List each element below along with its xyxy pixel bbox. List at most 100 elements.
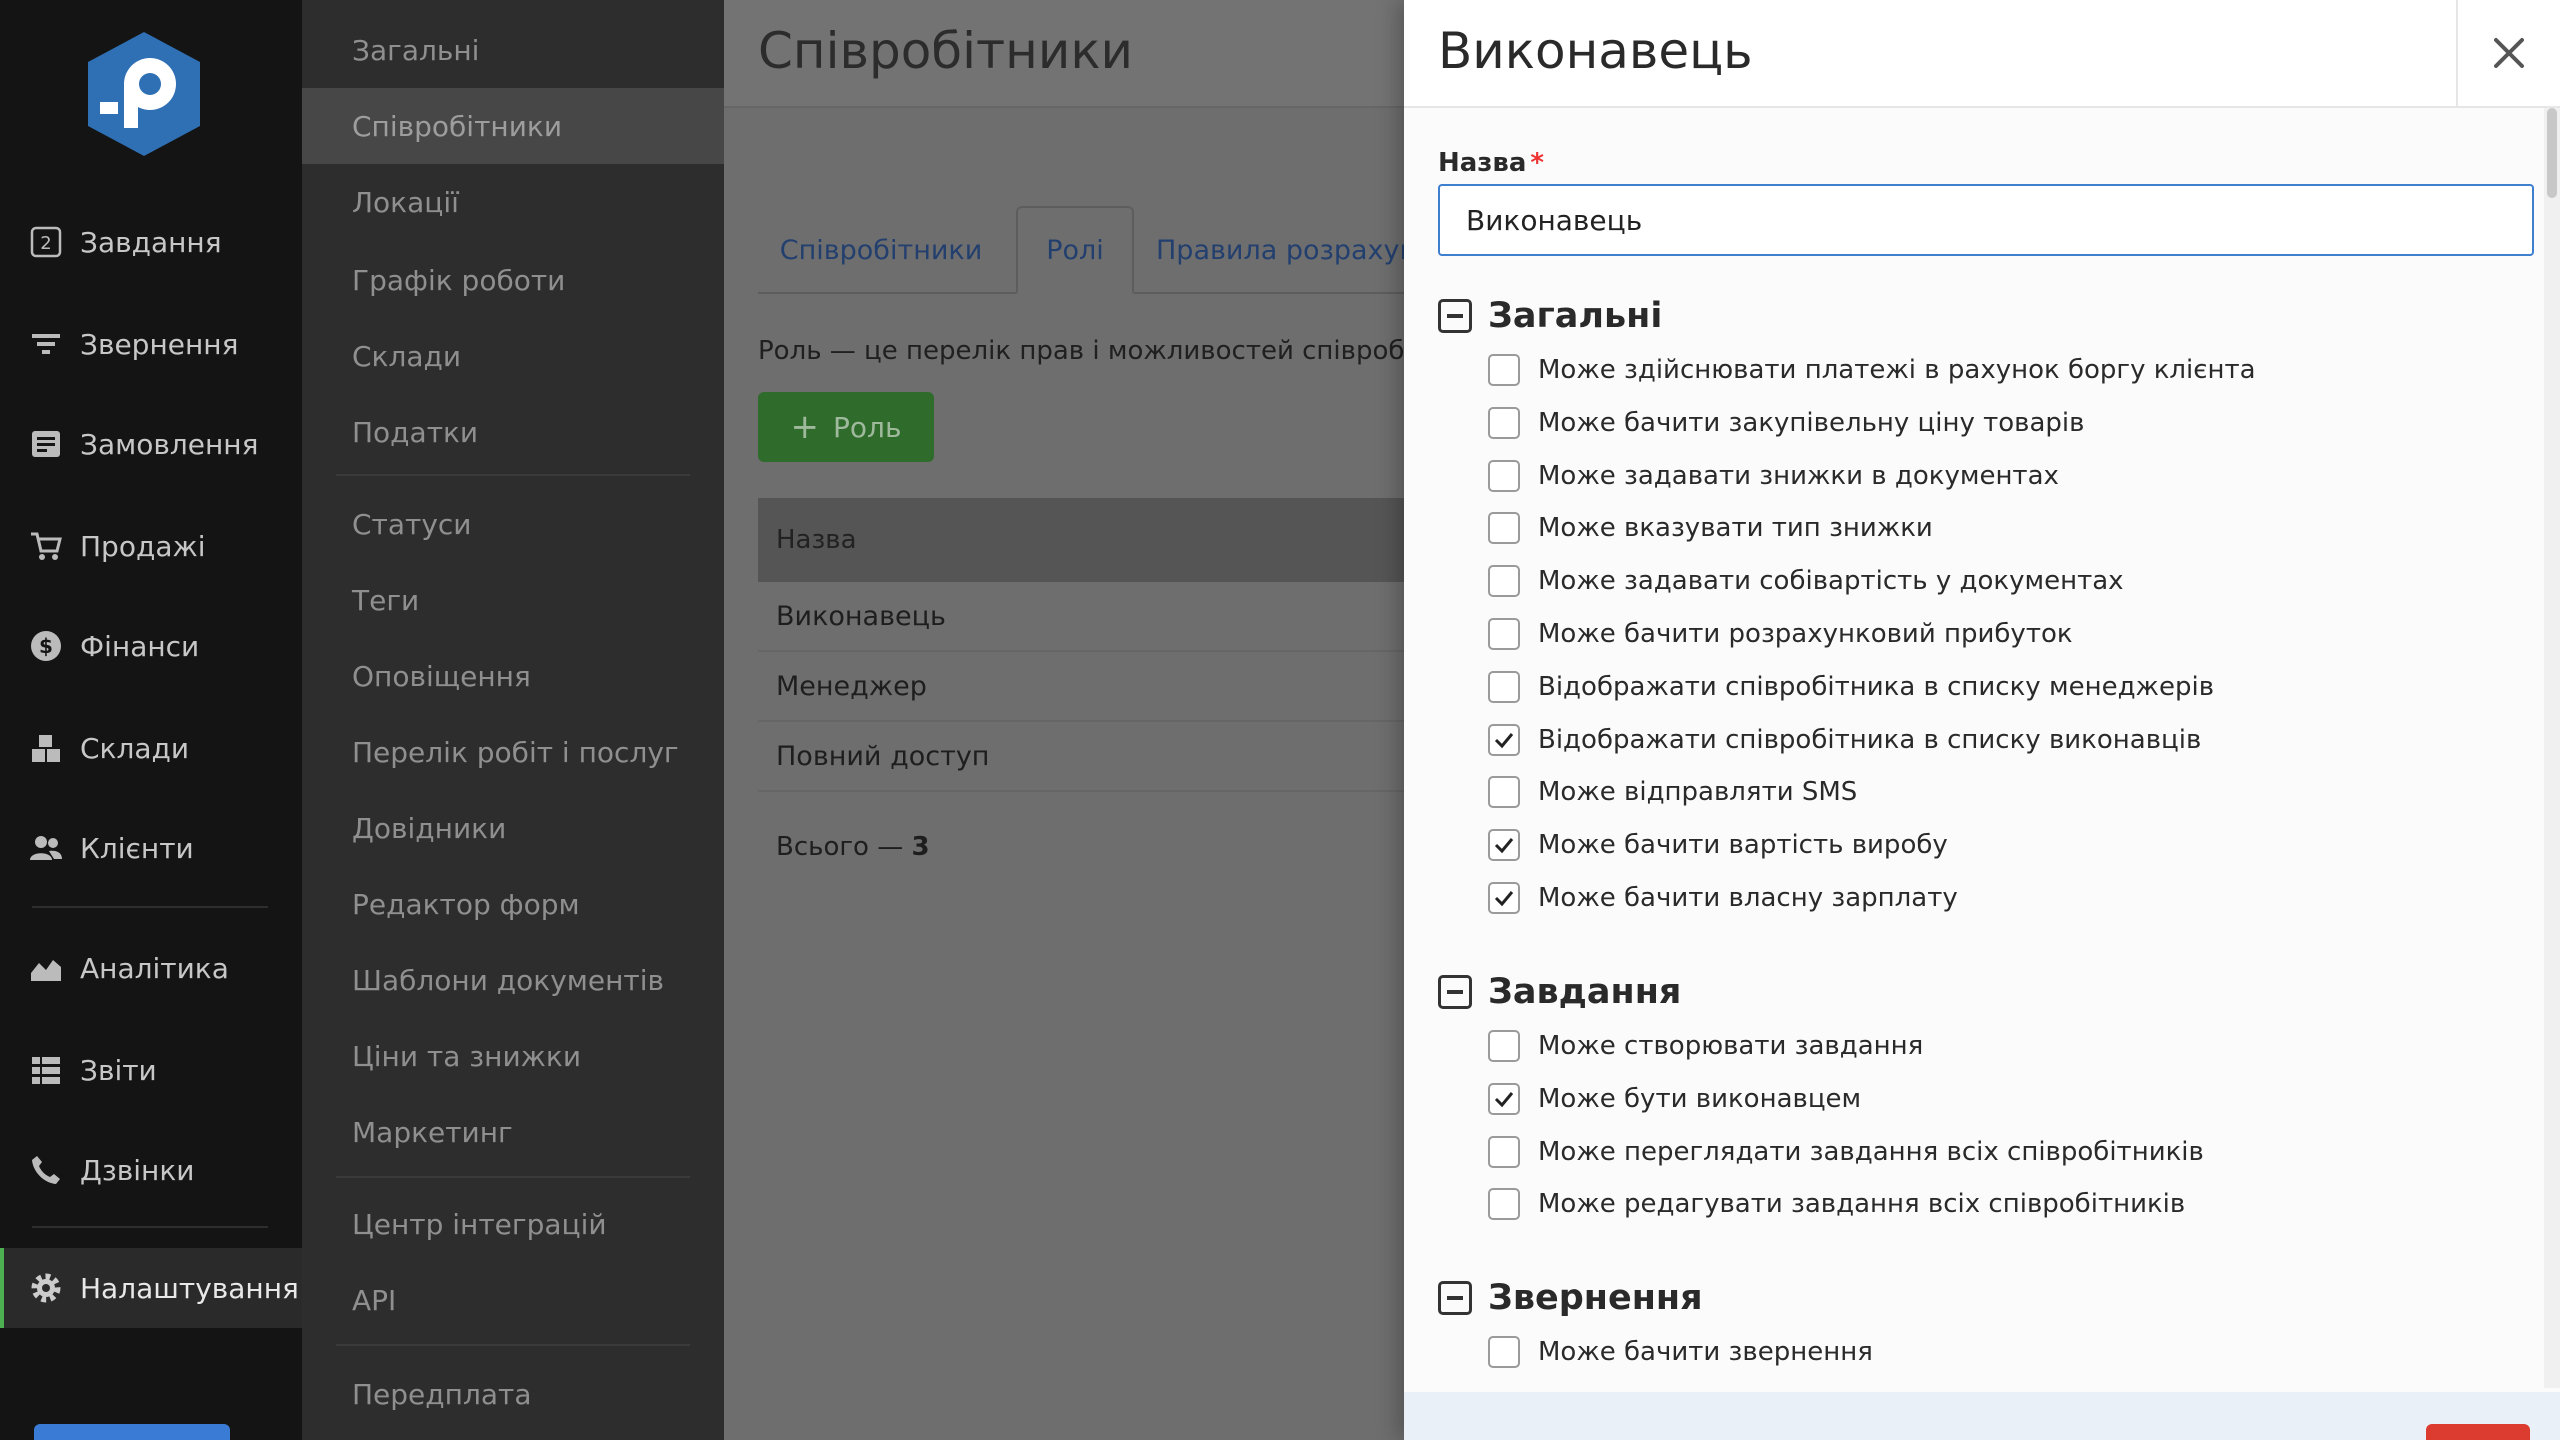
permission-row[interactable]: Може бачити закупівельну ціну товарів [1488,406,2084,439]
section-general[interactable]: Загальні [1438,296,1662,336]
collapse-icon[interactable] [1438,1281,1472,1315]
nav-item-label: Налаштування [80,1271,299,1305]
submenu-item-subscription[interactable]: Передплата [302,1356,724,1432]
checkbox-unchecked[interactable] [1488,1030,1520,1062]
nav-item-tasks[interactable]: 2 Завдання [0,202,302,282]
checkbox-unchecked[interactable] [1488,1336,1520,1368]
add-role-button[interactable]: + Роль [758,392,934,462]
permission-row[interactable]: Може бачити розрахунковий прибуток [1488,618,2073,650]
checkbox-unchecked[interactable] [1488,406,1520,439]
nav-item-orders[interactable]: Замовлення [0,404,302,484]
checkmark-icon [1494,1091,1514,1108]
checkbox-unchecked[interactable] [1488,1135,1520,1168]
permission-row[interactable]: Може створювати завдання [1488,1030,1923,1062]
nav-item-warehouses[interactable]: Склади [0,708,302,788]
permission-row[interactable]: Може переглядати завдання всіх співробіт… [1488,1135,2204,1168]
permission-label: Відображати співробітника в списку менед… [1538,671,2215,702]
checkbox-unchecked[interactable] [1488,776,1520,809]
app-logo[interactable] [82,28,206,160]
checkbox-checked[interactable] [1488,882,1520,914]
permission-row[interactable]: Може задавати знижки в документах [1488,459,2059,492]
submenu-item-notifications[interactable]: Оповіщення [302,638,724,714]
tab-roles[interactable]: Ролі [1016,206,1134,294]
permission-row[interactable]: Може вказувати тип знижки [1488,512,1933,545]
submenu-item-schedule[interactable]: Графік роботи [302,242,724,318]
nav-item-settings[interactable]: Налаштування [0,1248,302,1328]
permission-label: Може задавати знижки в документах [1538,460,2059,491]
section-title: Завдання [1488,972,1682,1012]
nav-item-requests[interactable]: Звернення [0,304,302,384]
nav-item-finance[interactable]: $ Фінанси [0,606,302,686]
checkbox-checked[interactable] [1488,723,1520,756]
submenu-item-prices-discounts[interactable]: Ціни та знижки [302,1018,724,1094]
submenu-item-locations[interactable]: Локації [302,164,724,240]
section-title: Звернення [1488,1278,1703,1318]
checkbox-checked[interactable] [1488,1082,1520,1115]
collapse-icon[interactable] [1438,975,1472,1009]
permission-label: Може переглядати завдання всіх співробіт… [1538,1136,2204,1167]
close-icon [2494,38,2524,68]
submenu-item-directories[interactable]: Довідники [302,790,724,866]
submenu-item-statuses[interactable]: Статуси [302,486,724,562]
permission-row[interactable]: Відображати співробітника в списку менед… [1488,670,2215,703]
users-icon [28,830,64,866]
submenu-item-api[interactable]: API [302,1262,724,1338]
submenu-divider [336,1176,690,1178]
checkbox-unchecked[interactable] [1488,565,1520,598]
permission-row[interactable]: Відображати співробітника в списку викон… [1488,723,2201,756]
delete-button[interactable] [2426,1424,2530,1440]
role-name-input[interactable] [1438,184,2534,256]
nav-item-calls[interactable]: Дзвінки [0,1130,302,1210]
permission-row[interactable]: Може бачити власну зарплату [1488,882,1958,914]
checkbox-unchecked[interactable] [1488,512,1520,545]
collapse-icon[interactable] [1438,299,1472,333]
save-button[interactable] [34,1424,230,1440]
submenu-item-marketing[interactable]: Маркетинг [302,1094,724,1170]
permission-label: Може відправляти SMS [1538,777,1858,808]
permission-row[interactable]: Може відправляти SMS [1488,776,1858,809]
dollar-circle-icon: $ [28,628,64,664]
checkbox-unchecked[interactable] [1488,459,1520,492]
tab-employees[interactable]: Співробітники [758,206,1004,294]
checkbox-unchecked[interactable] [1488,670,1520,703]
checkbox-unchecked[interactable] [1488,1188,1520,1221]
close-button[interactable] [2456,0,2560,106]
submenu-divider [336,474,690,476]
nav-item-sales[interactable]: Продажі [0,506,302,586]
add-role-label: Роль [833,410,902,444]
drawer-scrollbar[interactable] [2544,108,2560,1388]
submenu-item-integrations[interactable]: Центр інтеграцій [302,1186,724,1262]
plus-icon: + [790,407,820,447]
permission-row[interactable]: Може задавати собівартість у документах [1488,565,2124,598]
permission-row[interactable]: Може бути виконавцем [1488,1082,1862,1115]
checkmark-icon [1494,891,1514,907]
section-tasks[interactable]: Завдання [1438,972,1681,1012]
submenu-item-taxes[interactable]: Податки [302,394,724,470]
nav-item-analytics[interactable]: Аналітика [0,928,302,1008]
checkbox-checked[interactable] [1488,829,1520,862]
checkbox-unchecked[interactable] [1488,354,1520,386]
permission-row[interactable]: Може здійснювати платежі в рахунок боргу… [1488,354,2256,386]
nav-item-label: Аналітика [80,951,229,985]
submenu-item-tags[interactable]: Теги [302,562,724,638]
submenu-item-doc-templates[interactable]: Шаблони документів [302,942,724,1018]
section-requests[interactable]: Звернення [1438,1278,1703,1318]
permission-label: Може вказувати тип знижки [1538,513,1933,544]
nav-item-clients[interactable]: Клієнти [0,808,302,888]
submenu-item-employees[interactable]: Співробітники [302,88,724,164]
area-chart-icon [28,950,64,986]
submenu-item-services[interactable]: Перелік робіт і послуг [302,714,724,790]
submenu-item-form-editor[interactable]: Редактор форм [302,866,724,942]
list-report-icon [28,1052,64,1088]
permission-label: Може бути виконавцем [1538,1083,1862,1114]
order-doc-icon [28,426,64,462]
scrollbar-thumb[interactable] [2547,108,2557,198]
submenu-item-warehouses[interactable]: Склади [302,318,724,394]
nav-item-reports[interactable]: Звіти [0,1030,302,1110]
page-title: Співробітники [758,22,1134,80]
permission-row[interactable]: Може бачити вартість виробу [1488,829,1948,862]
checkbox-unchecked[interactable] [1488,618,1520,650]
submenu-item-general[interactable]: Загальні [302,12,724,88]
permission-row[interactable]: Може бачити звернення [1488,1336,1873,1368]
permission-row[interactable]: Може редагувати завдання всіх співробітн… [1488,1188,2185,1221]
